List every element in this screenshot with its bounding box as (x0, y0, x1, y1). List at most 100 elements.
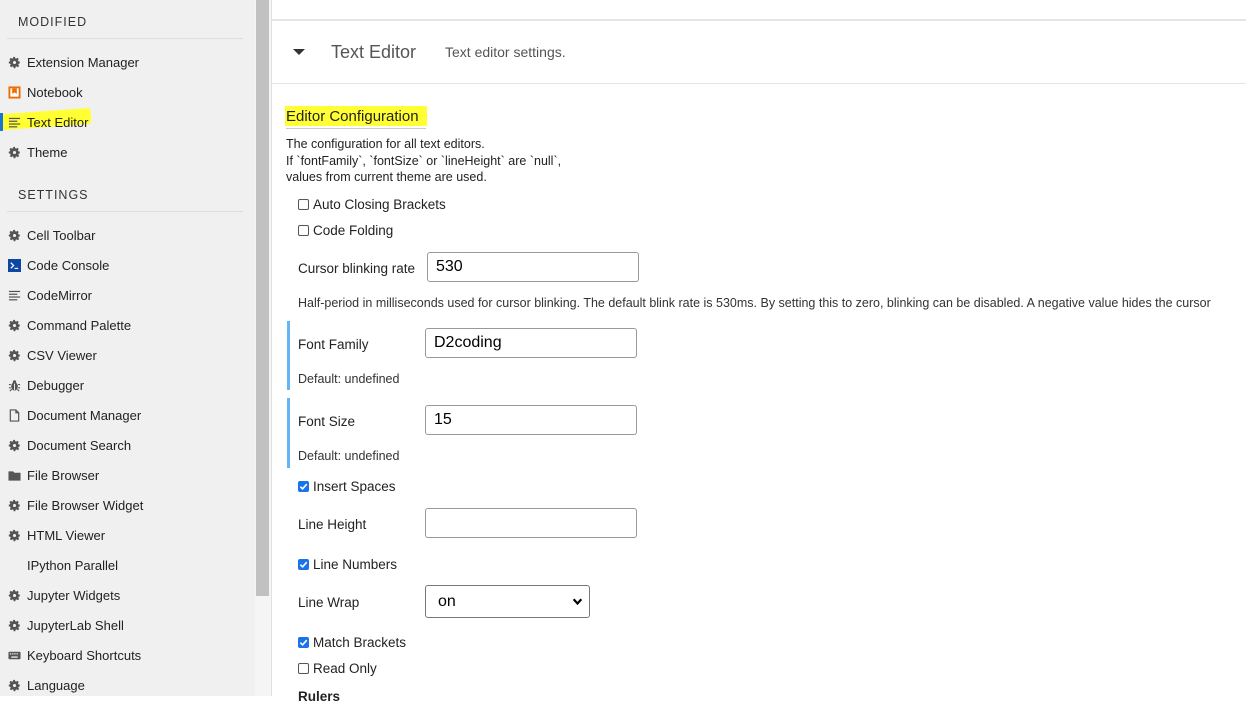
config-description: The configuration for all text editors. … (286, 136, 561, 186)
sidebar-item-label: IPython Parallel (27, 557, 119, 573)
sidebar-item-file-browser[interactable]: File Browser (0, 461, 250, 489)
gear-icon (7, 348, 21, 362)
gear-icon (7, 588, 21, 602)
sidebar-item-theme[interactable]: Theme (0, 138, 250, 166)
config-title-underline (286, 128, 426, 129)
sidebar-item-cell-toolbar[interactable]: Cell Toolbar (0, 221, 250, 249)
checkbox-box[interactable] (298, 663, 309, 674)
line-height-label: Line Height (298, 517, 367, 532)
panel-title: Text Editor (331, 42, 417, 62)
section-divider (7, 211, 243, 212)
header-divider (272, 83, 1246, 84)
sidebar-item-extension-manager[interactable]: Extension Manager (0, 48, 250, 76)
collapse-caret-icon[interactable] (293, 49, 305, 55)
read-only-checkbox[interactable]: Read Only (298, 661, 377, 676)
modified-indicator (287, 398, 290, 468)
modified-indicator (287, 321, 290, 390)
checkbox-label: Auto Closing Brackets (313, 197, 446, 212)
sidebar-item-text-editor[interactable]: Text Editor (0, 108, 250, 136)
panel-description: Text editor settings. (445, 44, 566, 60)
sidebar-item-label: Notebook (27, 84, 83, 100)
line-numbers-checkbox[interactable]: Line Numbers (298, 557, 397, 572)
top-divider (272, 19, 1246, 21)
gear-icon (7, 678, 21, 692)
sidebar-item-document-search[interactable]: Document Search (0, 431, 250, 459)
auto-closing-brackets-checkbox[interactable]: Auto Closing Brackets (298, 197, 446, 212)
checkbox-box[interactable] (298, 481, 309, 492)
config-description-line: If `fontFamily`, `fontSize` or `lineHeig… (286, 153, 562, 168)
console-icon (7, 258, 21, 272)
sidebar-item-label: JupyterLab Shell (27, 617, 124, 633)
sidebar-item-ipython-parallel[interactable]: IPython Parallel (0, 551, 250, 579)
gear-icon (7, 528, 21, 542)
sidebar-item-label: Code Console (27, 257, 110, 273)
match-brackets-checkbox[interactable]: Match Brackets (298, 635, 406, 650)
sidebar-item-document-manager[interactable]: Document Manager (0, 401, 250, 429)
notebook-icon (7, 85, 21, 99)
sidebar-item-label: CodeMirror (27, 287, 93, 303)
rulers-label: Rulers (298, 689, 341, 704)
checkbox-box[interactable] (298, 559, 309, 570)
code-folding-checkbox[interactable]: Code Folding (298, 223, 393, 238)
folder-icon (7, 468, 21, 482)
section-divider (7, 38, 243, 39)
sidebar-item-debugger[interactable]: Debugger (0, 371, 250, 399)
checkbox-box[interactable] (298, 225, 309, 236)
checkbox-box[interactable] (298, 199, 309, 210)
checkbox-label: Insert Spaces (313, 479, 396, 494)
sidebar-item-file-browser-widget[interactable]: File Browser Widget (0, 491, 250, 519)
line-wrap-selected-value: on (438, 592, 456, 610)
sidebar-item-label: Extension Manager (27, 54, 140, 70)
sidebar-item-keyboard-shortcuts[interactable]: Keyboard Shortcuts (0, 641, 250, 669)
line-wrap-select[interactable]: on (425, 585, 590, 618)
config-title: Editor Configuration (286, 108, 419, 125)
sidebar-item-language[interactable]: Language (0, 671, 250, 696)
sidebar-item-html-viewer[interactable]: HTML Viewer (0, 521, 250, 549)
sidebar-item-jupyter-widgets[interactable]: Jupyter Widgets (0, 581, 250, 609)
cursor-blink-rate-help: Half-period in milliseconds used for cur… (298, 296, 1211, 310)
gear-icon (7, 55, 21, 69)
config-description-line: The configuration for all text editors. (286, 137, 485, 151)
chevron-down-icon (572, 598, 583, 606)
sidebar-item-code-console[interactable]: Code Console (0, 251, 250, 279)
cursor-blink-rate-input[interactable] (427, 252, 639, 282)
sidebar-item-csv-viewer[interactable]: CSV Viewer (0, 341, 250, 369)
sidebar-item-label: File Browser Widget (27, 497, 144, 513)
settings-sidebar: MODIFIED Extension Manager Notebook Text E… (0, 0, 255, 696)
sidebar-item-label: Debugger (27, 377, 85, 393)
gear-icon (7, 618, 21, 632)
sidebar-item-label: Jupyter Widgets (27, 587, 121, 603)
keyboard-icon (7, 648, 21, 662)
checkbox-label: Line Numbers (313, 557, 398, 572)
text-editor-icon (7, 288, 21, 302)
sidebar-item-codemirror[interactable]: CodeMirror (0, 281, 250, 309)
checkbox-label: Match Brackets (313, 635, 407, 650)
settings-panel: Text Editor Text editor settings. Editor… (272, 0, 1246, 704)
sidebar-scrollbar-thumb[interactable] (256, 0, 269, 596)
sidebar-item-command-palette[interactable]: Command Palette (0, 311, 250, 339)
gear-icon (7, 438, 21, 452)
font-size-default: Default: undefined (298, 449, 400, 463)
font-size-input[interactable] (425, 405, 637, 435)
bug-icon (7, 378, 21, 392)
modified-heading: MODIFIED (18, 15, 88, 29)
sidebar-item-label: Command Palette (27, 317, 132, 333)
sidebar-item-label: Document Manager (27, 407, 142, 423)
file-icon (7, 408, 21, 422)
checkbox-box[interactable] (298, 637, 309, 648)
sidebar-item-label: Keyboard Shortcuts (27, 647, 142, 663)
gear-icon (7, 145, 21, 159)
font-family-label: Font Family (298, 337, 369, 352)
checkbox-label: Code Folding (313, 223, 394, 238)
font-family-input[interactable] (425, 328, 637, 358)
settings-heading: SETTINGS (18, 188, 89, 202)
gear-icon (7, 318, 21, 332)
sidebar-item-label: Document Search (27, 437, 132, 453)
insert-spaces-checkbox[interactable]: Insert Spaces (298, 479, 396, 494)
sidebar-item-jupyterlab-shell[interactable]: JupyterLab Shell (0, 611, 250, 639)
checkbox-label: Read Only (313, 661, 377, 676)
line-height-input[interactable] (425, 508, 637, 538)
sidebar-item-label: File Browser (27, 467, 100, 483)
sidebar-item-label: HTML Viewer (27, 527, 106, 543)
sidebar-item-notebook[interactable]: Notebook (0, 78, 250, 106)
